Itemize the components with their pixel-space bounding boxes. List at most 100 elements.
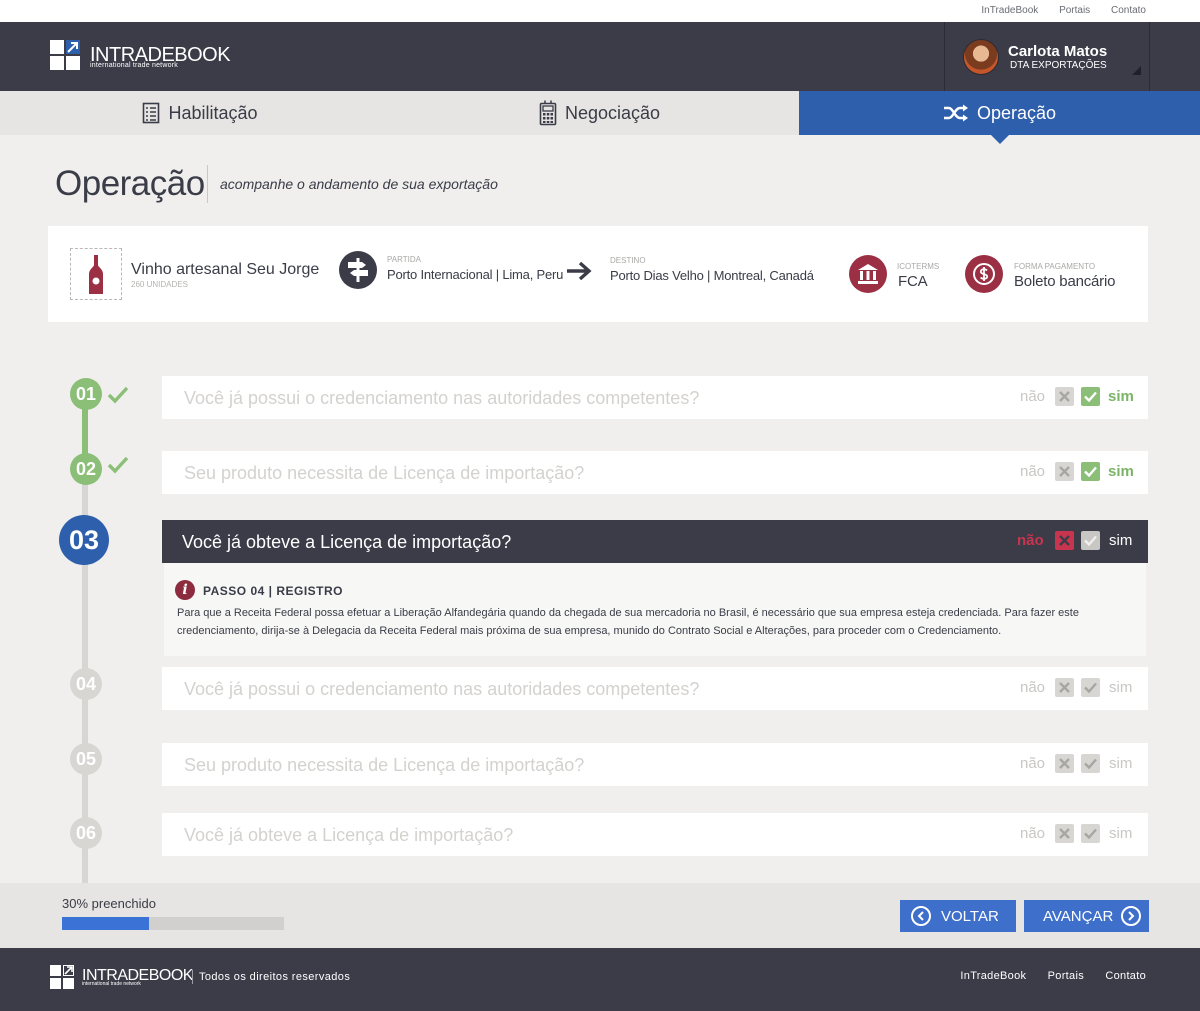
tab-negociacao[interactable]: Negociação (400, 91, 799, 135)
question-text: Seu produto necessita de Licença de impo… (184, 755, 585, 775)
destination-value: Porto Dias Velho | Montreal, Canadá (610, 268, 814, 283)
answer-yes-checkbox[interactable] (1081, 462, 1100, 481)
util-link-portais[interactable]: Portais (1059, 5, 1090, 16)
check-icon (107, 456, 129, 474)
incoterms-label: ICOTERMS (897, 262, 940, 271)
answer-yes-label: sim (1109, 679, 1133, 696)
answer-no-checkbox[interactable] (1055, 754, 1074, 773)
answer-no-checkbox[interactable] (1055, 531, 1074, 550)
step-number: 06 (70, 817, 102, 849)
answer-no-checkbox[interactable] (1055, 387, 1074, 406)
progress-bar-area: 30% preenchido VOLTAR AVANÇAR (0, 883, 1200, 948)
tab-operacao[interactable]: Operação (799, 91, 1200, 144)
header: INTRADEBOOK international trade network … (0, 22, 1200, 91)
page-title: Operação (55, 164, 205, 203)
footer-logo-icon[interactable] (50, 965, 74, 989)
product-name: Vinho artesanal Seu Jorge (131, 261, 320, 278)
check-icon (1084, 758, 1097, 769)
utility-bar: InTradeBook Portais Contato (0, 0, 1200, 22)
question-row: Seu produto necessita de Licença de impo… (162, 451, 1148, 494)
incoterms-value: FCA (898, 273, 928, 290)
x-icon (1059, 391, 1070, 402)
dropdown-caret-icon (1132, 66, 1141, 75)
brand-tagline: international trade network (90, 62, 178, 69)
footer-links: InTradeBook Portais Contato (942, 970, 1146, 982)
question-text: Você já possui o credenciamento nas auto… (184, 679, 700, 699)
shuffle-icon (943, 104, 968, 122)
tab-habilitacao[interactable]: Habilitação (0, 91, 400, 135)
check-icon (1084, 682, 1097, 693)
arrow-right-icon (567, 261, 592, 281)
origin-label: PARTIDA (387, 255, 421, 264)
util-link-contato[interactable]: Contato (1111, 5, 1146, 16)
payment-value: Boleto bancário (1014, 273, 1116, 290)
answer-yes-checkbox[interactable] (1081, 678, 1100, 697)
user-role: DTA EXPORTAÇÕES (1010, 60, 1107, 71)
answer-yes-checkbox[interactable] (1081, 824, 1100, 843)
back-button[interactable]: VOLTAR (900, 900, 1016, 932)
user-menu[interactable]: Carlota Matos DTA EXPORTAÇÕES (944, 22, 1150, 91)
detail-text: Para que a Receita Federal possa efetuar… (177, 607, 1079, 637)
footer-link-contato[interactable]: Contato (1105, 970, 1146, 982)
answer-yes-label: sim (1109, 532, 1133, 549)
footer-link-intradebook[interactable]: InTradeBook (960, 970, 1026, 982)
footer-divider (192, 970, 193, 984)
bank-icon (849, 255, 887, 293)
payment-label: FORMA PAGAMENTO (1014, 262, 1096, 271)
check-icon (1084, 535, 1097, 546)
logo-mark-icon (50, 40, 80, 70)
money-icon (965, 255, 1003, 293)
document-list-icon (143, 102, 160, 124)
check-icon (1084, 828, 1097, 839)
tab-label: Operação (976, 102, 1057, 123)
check-icon (107, 386, 129, 404)
question-row: Você já possui o credenciamento nas auto… (162, 667, 1148, 710)
utility-links: InTradeBook Portais Contato (963, 5, 1146, 16)
answer-no-label: não (1020, 755, 1046, 772)
x-icon (1059, 466, 1070, 477)
answer-no-label: não (1020, 825, 1046, 842)
check-icon (1084, 466, 1097, 477)
footer-link-portais[interactable]: Portais (1048, 970, 1084, 982)
progress-label: 30% preenchido (62, 896, 156, 911)
x-icon (1059, 682, 1070, 693)
answer-no-checkbox[interactable] (1055, 462, 1074, 481)
info-icon: i (175, 580, 195, 600)
back-button-label: VOLTAR (941, 907, 999, 925)
answer-no-label: não (1020, 463, 1046, 480)
chevron-right-icon (1121, 906, 1142, 926)
answer-yes-checkbox[interactable] (1081, 754, 1100, 773)
answer-yes-label: sim (1109, 755, 1133, 772)
main-nav: Habilitação Negociação Operação (0, 91, 1200, 144)
next-button[interactable]: AVANÇAR (1024, 900, 1149, 932)
title-divider (207, 165, 208, 203)
step-number: 05 (70, 743, 102, 775)
detail-title: PASSO 04 | REGISTRO (203, 584, 343, 598)
answer-yes-checkbox[interactable] (1081, 531, 1100, 550)
answer-no-label: não (1020, 679, 1046, 696)
question-row: Você já obteve a Licença de importação? … (162, 813, 1148, 856)
answer-yes-checkbox[interactable] (1081, 387, 1100, 406)
answer-yes-label: sim (1108, 388, 1134, 405)
step-number-current: 03 (59, 515, 109, 565)
product-image (70, 248, 122, 300)
question-text: Seu produto necessita de Licença de impo… (184, 463, 585, 483)
question-row: Você já possui o credenciamento nas auto… (162, 376, 1148, 419)
answer-no-checkbox[interactable] (1055, 824, 1074, 843)
answer-no-checkbox[interactable] (1055, 678, 1074, 697)
question-row: Seu produto necessita de Licença de impo… (162, 743, 1148, 786)
product-quantity: 260 UNIDADES (131, 280, 188, 289)
step-number: 04 (70, 668, 102, 700)
x-icon (1059, 758, 1070, 769)
footer: INTRADEBOOK international trade network … (0, 948, 1200, 1011)
step-number: 01 (70, 378, 102, 410)
util-link-intradebook[interactable]: InTradeBook (981, 5, 1038, 16)
next-button-label: AVANÇAR (1043, 907, 1114, 925)
avatar (963, 39, 999, 75)
wine-bottle-icon (89, 255, 103, 294)
question-text: Você já possui o credenciamento nas auto… (184, 388, 700, 408)
destination-label: DESTINO (610, 256, 646, 265)
answer-no-label: não (1020, 388, 1046, 405)
chevron-left-icon (911, 906, 931, 926)
step-detail-panel: i PASSO 04 | REGISTRO Para que a Receita… (164, 563, 1146, 656)
